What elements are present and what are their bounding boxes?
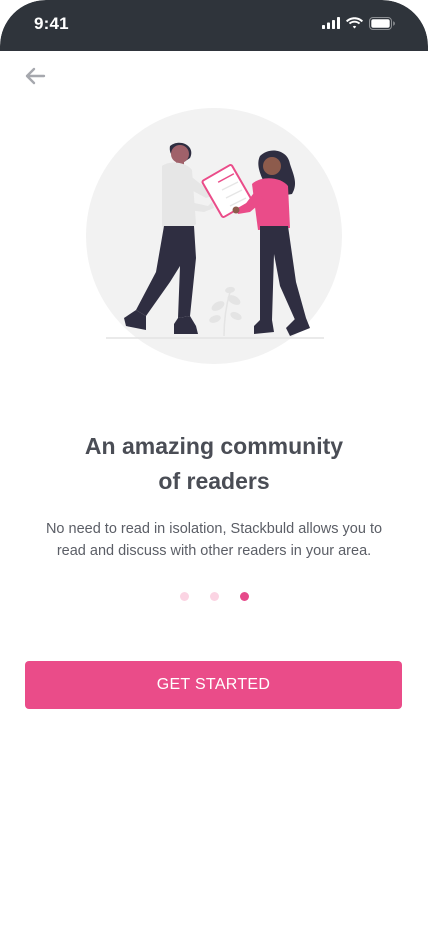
get-started-button[interactable]: GET STARTED [25,661,402,709]
back-button[interactable] [20,61,50,91]
pagination-dot[interactable] [239,592,249,601]
onboarding-description: No need to read in isolation, Stackbuld … [45,520,383,559]
community-illustration [86,108,342,364]
title-line-2: of readers [158,468,270,495]
pagination-dots [0,592,428,601]
signal-icon [322,17,340,29]
pagination-dot[interactable] [209,592,219,601]
status-bar: 9:41 [0,0,428,51]
battery-icon [369,16,395,30]
wifi-icon [346,17,363,29]
status-time: 9:41 [34,14,69,33]
title-line-1: An amazing community [84,433,344,460]
onboarding-title: An amazing community of readers [0,429,428,499]
arrow-left-icon [25,67,46,85]
pagination-dot[interactable] [179,592,189,601]
status-icons [322,15,396,31]
screen: 9:41 An amazing community of readers No … [0,0,428,926]
